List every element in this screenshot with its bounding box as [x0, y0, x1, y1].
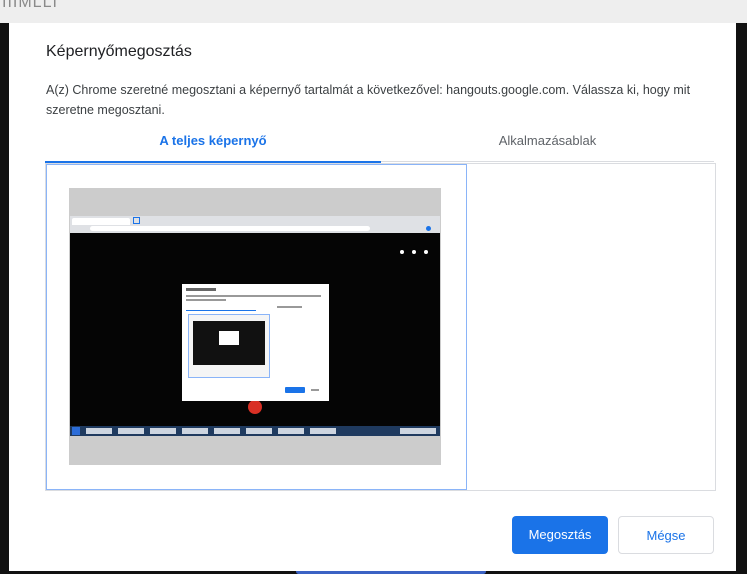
thumbnail-task-item — [150, 428, 176, 434]
entire-screen-tile[interactable] — [46, 164, 467, 490]
thumbnail-new-tab-icon — [133, 217, 140, 224]
thumbnail-end-call-icon — [248, 400, 262, 414]
thumbnail-nested-tab — [277, 306, 302, 308]
screen-share-dialog: Képernyőmegosztás A(z) Chrome szeretné m… — [9, 23, 736, 571]
thumbnail-start-icon — [72, 427, 80, 435]
thumbnail-nested-dialog — [182, 284, 329, 401]
thumbnail-nested-screen — [193, 321, 265, 365]
source-panel — [45, 163, 716, 491]
tab-entire-screen[interactable]: A teljes képernyő — [45, 133, 381, 163]
thumbnail-control-icon — [412, 250, 416, 254]
thumbnail-task-item — [310, 428, 336, 434]
dialog-message: A(z) Chrome szeretné megosztani a képern… — [46, 83, 691, 117]
screen-thumbnail — [69, 188, 441, 465]
thumbnail-task-item — [118, 428, 144, 434]
backdrop-frame-left — [0, 23, 9, 574]
thumbnail-call-screen — [70, 233, 440, 426]
thumbnail-nested-tile — [188, 314, 270, 378]
thumbnail-task-item — [214, 428, 240, 434]
thumbnail-task-item — [86, 428, 112, 434]
thumbnail-nested-title — [186, 288, 216, 291]
thumbnail-control-icon — [400, 250, 404, 254]
thumbnail-nested-cancel-button — [311, 389, 319, 391]
thumbnail-nested-line — [186, 295, 321, 297]
backdrop-frame-right — [736, 23, 747, 574]
thumbnail-profile-icon — [426, 226, 431, 231]
thumbnail-control-icon — [424, 250, 428, 254]
thumbnail-url-bar — [90, 226, 370, 231]
thumbnail-call-controls — [400, 250, 430, 254]
thumbnail-task-item — [182, 428, 208, 434]
thumbnail-nested-share-button — [285, 387, 305, 393]
thumbnail-task-item — [246, 428, 272, 434]
thumbnail-taskbar — [70, 426, 440, 436]
cancel-button[interactable]: Mégse — [618, 516, 714, 554]
backdrop-top: IIIMLLI — [0, 0, 747, 23]
thumbnail-nested-window — [219, 331, 239, 345]
dialog-title: Képernyőmegosztás — [46, 43, 192, 60]
thumbnail-task-item — [400, 428, 436, 434]
tab-application-window[interactable]: Alkalmazásablak — [381, 133, 714, 162]
thumbnail-nested-line — [186, 299, 226, 301]
thumbnail-tab — [72, 218, 130, 225]
share-button[interactable]: Megosztás — [512, 516, 608, 554]
thumbnail-task-item — [278, 428, 304, 434]
thumbnail-browser-bar — [70, 216, 440, 233]
backdrop-partial-text: IIIMLLI — [2, 0, 58, 11]
thumbnail-nested-tab-underline — [186, 310, 256, 311]
